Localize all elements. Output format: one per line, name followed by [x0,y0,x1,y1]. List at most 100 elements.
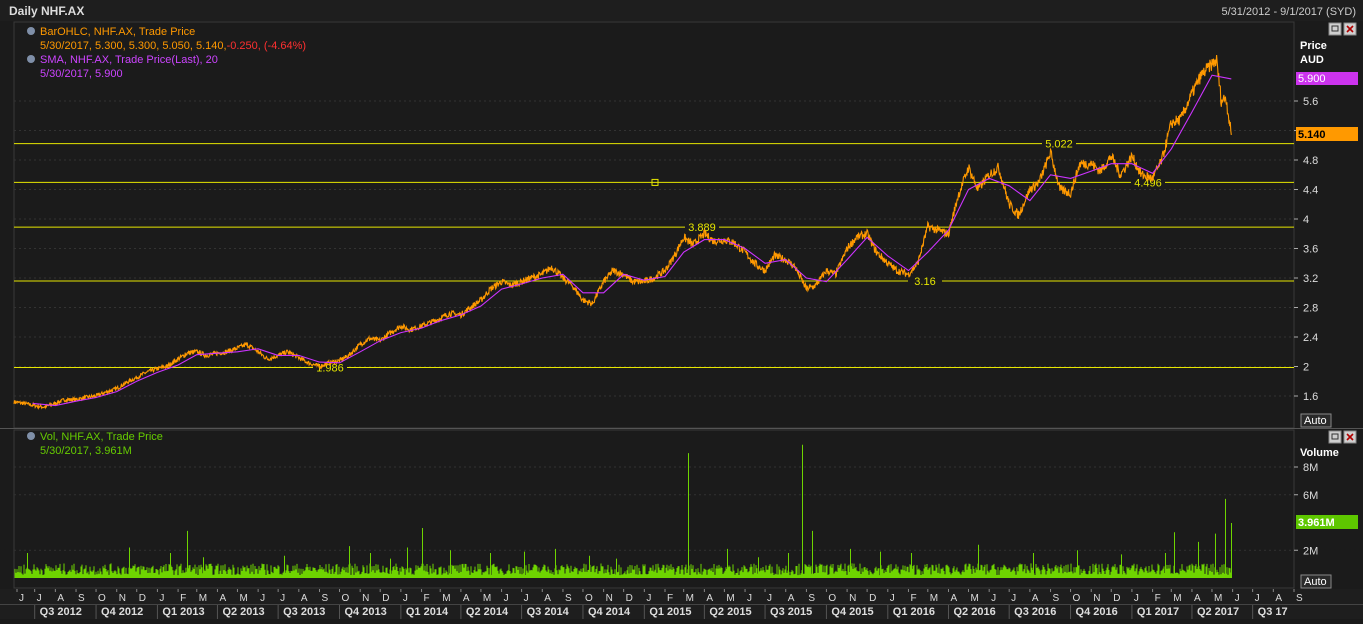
support-line-label: 3.889 [688,222,716,234]
month-tick-label: J [37,593,42,604]
month-tick-label: M [239,593,247,604]
month-tick-label: F [1155,593,1161,604]
price-series [13,55,1232,411]
month-tick-label: O [828,593,836,604]
month-tick-label: A [301,593,308,604]
legend-volume-name: Vol, NHF.AX, Trade Price [40,431,163,443]
volume-auto-scale-label: Auto [1304,576,1327,588]
quarter-tick-label: Q4 2014 [588,606,631,618]
price-last-value: 5.140 [1298,129,1326,141]
price-tick-label: 2.8 [1303,303,1318,315]
month-tick-label: O [585,593,593,604]
legend-sma-values: 5/30/2017, 5.900 [40,68,123,80]
maximize-button[interactable] [1328,430,1342,444]
quarter-tick-label: Q3 2015 [770,606,812,618]
support-resistance-lines: 1.9863.163.8894.4965.022 [14,137,1294,375]
volume-tick-label: 2M [1303,545,1318,557]
quarter-tick-label: Q3 2013 [283,606,325,618]
month-tick-label: S [78,593,85,604]
month-tick-label: J [646,593,651,604]
chart-window: Daily NHF.AX 5/31/2012 - 9/1/2017 (SYD) … [0,0,1363,619]
auto-scale-label: Auto [1304,415,1327,427]
quarter-tick-label: Q3 17 [1258,606,1288,618]
month-tick-label: J [403,593,408,604]
month-tick-label: M [1214,593,1222,604]
legend-toggle-icon[interactable] [27,27,35,35]
volume-tick-label: 8M [1303,462,1318,474]
month-tick-label: D [382,593,389,604]
legend-ohlc-values-text: 5/30/2017, 5.300, 5.300, 5.050, 5.140, [40,40,227,52]
quarter-tick-label: Q1 2015 [649,606,691,618]
legend-sma-name: SMA, NHF.AX, Trade Price(Last), 20 [40,54,218,66]
month-tick-label: N [849,593,856,604]
month-tick-label: S [1296,593,1303,604]
legend-toggle-icon[interactable] [27,55,35,63]
price-tick-label: 1.6 [1303,391,1318,403]
month-tick-label: A [1275,593,1282,604]
sma-last-value: 5.900 [1298,73,1326,85]
legend-ohlc-values: 5/30/2017, 5.300, 5.300, 5.050, 5.140,-0… [40,40,306,52]
month-tick-label: D [1113,593,1120,604]
quarter-tick-label: Q1 2013 [162,606,204,618]
month-tick-label: M [483,593,491,604]
support-line-label: 3.16 [914,276,935,288]
month-tick-label: O [342,593,350,604]
month-tick-label: A [1032,593,1039,604]
month-tick-label: M [970,593,978,604]
month-tick-label: A [706,593,713,604]
month-tick-label: J [260,593,265,604]
quarter-tick-label: Q2 2013 [222,606,264,618]
price-tick-label: 2.4 [1303,332,1318,344]
maximize-button[interactable] [1328,22,1342,36]
month-tick-label: M [199,593,207,604]
month-tick-label: S [1053,593,1060,604]
quarter-tick-label: Q1 2014 [406,606,449,618]
month-tick-label: J [524,593,529,604]
price-axis-title: Price [1300,40,1327,52]
month-tick-label: A [219,593,226,604]
month-tick-label: O [98,593,106,604]
month-tick-label: M [726,593,734,604]
month-tick-label: M [930,593,938,604]
price-grid [14,100,1294,397]
date-range: 5/31/2012 - 9/1/2017 (SYD) [1221,6,1356,18]
month-tick-label: J [890,593,895,604]
month-tick-label: A [544,593,551,604]
quarter-tick-label: Q1 2016 [893,606,935,618]
volume-tick-label: 6M [1303,490,1318,502]
volume-grid [14,466,1294,551]
price-tick-label: 3.2 [1303,273,1318,285]
month-tick-label: N [1093,593,1100,604]
month-tick-label: J [1134,593,1139,604]
month-tick-label: J [767,593,772,604]
legend-ohlc-name: BarOHLC, NHF.AX, Trade Price [40,26,195,38]
month-tick-label: F [180,593,186,604]
legend-volume-values: 5/30/2017, 3.961M [40,445,132,457]
month-tick-label: D [869,593,876,604]
volume-bars [14,563,1232,578]
support-line-label: 5.022 [1045,139,1073,151]
quarter-tick-label: Q2 2016 [953,606,995,618]
month-tick-label: D [139,593,146,604]
month-tick-label: J [1255,593,1260,604]
legend-toggle-icon[interactable] [27,432,35,440]
month-tick-label: N [119,593,126,604]
price-legend: BarOHLC, NHF.AX, Trade Price 5/30/2017, … [27,26,306,80]
month-tick-label: A [950,593,957,604]
price-tick-label: 3.6 [1303,244,1318,256]
month-tick-label: M [442,593,450,604]
month-tick-label: J [280,593,285,604]
month-tick-label: N [606,593,613,604]
month-tick-label: A [463,593,470,604]
volume-axis-title: Volume [1300,447,1339,459]
volume-y-axis: 2M 6M 8M [1294,462,1318,557]
month-tick-label: M [1173,593,1181,604]
month-tick-label: S [808,593,815,604]
quarter-tick-label: Q4 2016 [1076,606,1118,618]
month-tick-label: S [565,593,572,604]
month-tick-label: J [991,593,996,604]
chart-title: Daily NHF.AX [9,4,84,18]
month-tick-label: A [57,593,64,604]
month-tick-label: S [321,593,328,604]
quarter-tick-label: Q4 2013 [345,606,387,618]
